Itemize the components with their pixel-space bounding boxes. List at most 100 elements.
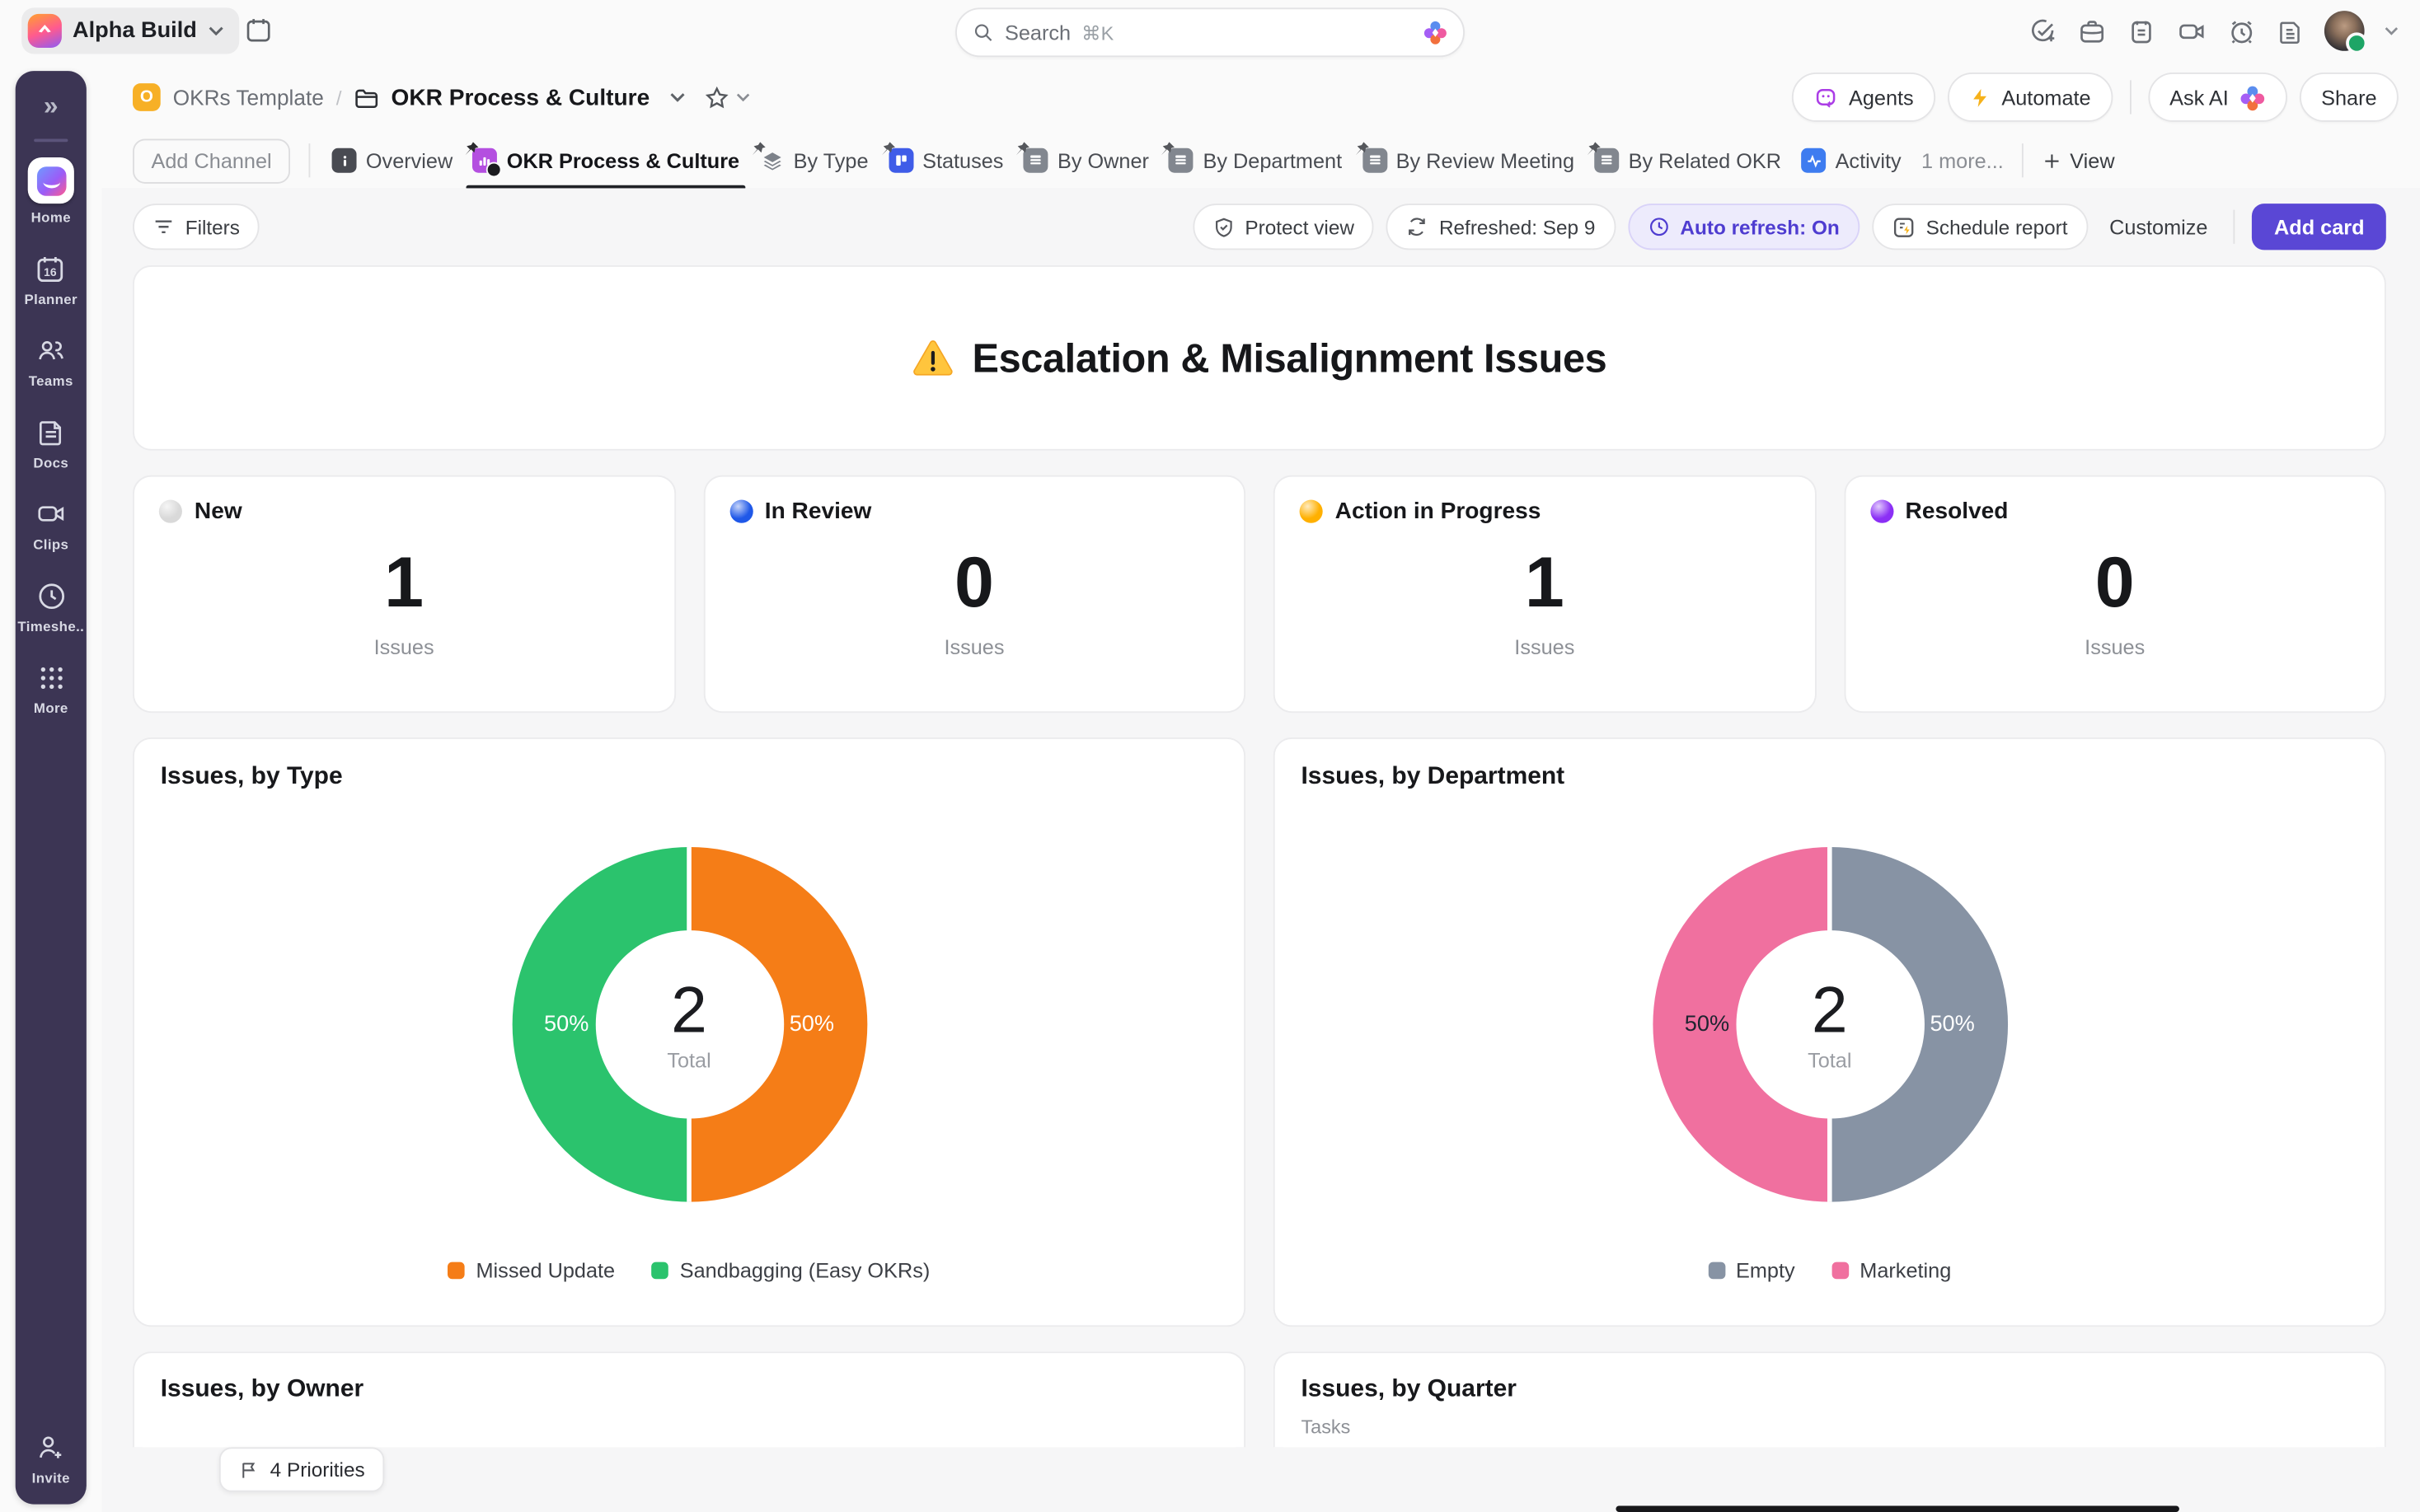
tab-by-type[interactable]: By Type [757,133,872,188]
card-issues-by-owner[interactable]: Issues, by Owner [133,1351,1245,1447]
legend-item[interactable]: Empty [1708,1259,1794,1282]
svg-text:16: 16 [45,264,58,278]
automate-button[interactable]: Automate [1948,73,2113,122]
actions-divider [2129,80,2131,114]
card-issues-by-quarter[interactable]: Issues, by Quarter Tasks [1273,1351,2386,1447]
sidebar-item-home[interactable]: Home [28,157,74,225]
tab-by-owner[interactable]: By Owner [1020,133,1152,188]
tab-statuses[interactable]: Statuses [885,133,1006,188]
priorities-badge[interactable]: 4 Priorities [219,1447,385,1491]
stat-card-new[interactable]: New 1Issues [133,475,675,713]
ai-flower-icon[interactable] [1423,20,1447,44]
page-chevron-icon[interactable] [670,92,686,101]
donut-chart-by-department[interactable]: 50% 50% 2 Total [1652,847,2007,1202]
sidebar-item-more[interactable]: More [34,660,68,715]
shield-check-icon [1212,215,1234,238]
breadcrumb-space[interactable]: OKRs Template [173,85,324,110]
refresh-icon [1407,216,1428,237]
top-bar: Alpha Build Search ⌘K [0,0,2420,62]
info-square-icon [332,148,357,173]
status-dot [159,500,182,523]
agents-button[interactable]: Agents [1792,73,1935,122]
main-content: O OKRs Template / OKR Process & Culture … [102,62,2420,1512]
legend-item[interactable]: Sandbagging (Easy OKRs) [652,1259,930,1282]
tab-by-related-okr[interactable]: By Related OKR [1592,133,1785,188]
topbar-actions [2028,0,2398,62]
bottom-cards-row: Issues, by Owner Issues, by Quarter Task… [133,1351,2386,1447]
notes-icon[interactable] [2277,16,2305,46]
add-channel-button[interactable]: Add Channel [133,138,290,183]
sidebar-item-planner[interactable]: 16 Planner [25,251,77,307]
stat-value: 0 [2095,546,2135,617]
sidebar-item-invite[interactable]: Invite [32,1430,70,1486]
auto-refresh-toggle[interactable]: Auto refresh: On [1628,204,1860,250]
card-title: Issues, by Quarter [1301,1376,2358,1404]
stat-card-resolved[interactable]: Resolved 0Issues [1844,475,2386,713]
space-avatar[interactable]: O [133,83,161,111]
video-icon[interactable] [2176,16,2207,46]
breadcrumb-page[interactable]: OKR Process & Culture [354,84,686,110]
expand-sidebar-icon[interactable]: » [44,92,59,119]
chart-card-issues-by-department[interactable]: Issues, by Department 50% 50% 2 Total Em… [1273,737,2386,1327]
calendar-icon[interactable] [244,16,274,45]
protect-view-button[interactable]: Protect view [1193,204,1375,250]
clipboard-icon[interactable] [2127,16,2156,46]
favorite-star[interactable] [704,84,750,110]
user-avatar[interactable] [2324,11,2365,51]
legend-item[interactable]: Missed Update [448,1259,615,1282]
sidebar-item-clips[interactable]: Clips [33,497,68,552]
pin-icon [463,140,481,157]
ask-ai-button[interactable]: Ask AI [2148,73,2287,122]
new-task-icon[interactable] [2028,16,2057,46]
donut-total-value: 2 [671,977,707,1042]
pin-icon [1353,140,1370,157]
filters-button[interactable]: Filters [133,204,260,250]
schedule-report-button[interactable]: Schedule report [1872,204,2088,250]
account-chevron-icon[interactable] [2385,26,2399,35]
donut-total-label: Total [1808,1048,1851,1071]
sidebar-item-timesheet[interactable]: Timeshe.. [17,578,84,634]
lightning-icon [1969,86,1991,109]
legend-swatch [448,1262,466,1280]
refreshed-button[interactable]: Refreshed: Sep 9 [1386,204,1615,250]
search-icon [973,21,994,43]
stat-card-action-in-progress[interactable]: Action in Progress 1Issues [1273,475,1816,713]
share-button[interactable]: Share [2300,73,2399,122]
search-shortcut: ⌘K [1081,21,1114,44]
briefcase-icon[interactable] [2077,16,2107,46]
slice-percent-label: 50% [1930,1012,1974,1037]
tab-by-review-meeting[interactable]: By Review Meeting [1359,133,1578,188]
header-actions: Agents Automate Ask AI Share [1792,73,2399,122]
tab-activity[interactable]: Activity [1799,133,1905,188]
ai-flower-icon [2239,84,2266,110]
tab-overview[interactable]: Overview [329,133,456,188]
home-icon [28,157,74,204]
legend-item[interactable]: Marketing [1832,1259,1952,1282]
sidebar-item-teams[interactable]: Teams [29,333,73,388]
alarm-icon[interactable] [2227,16,2257,46]
tab-by-department[interactable]: By Department [1166,133,1345,188]
invite-person-plus-icon [34,1430,68,1464]
stat-card-in-review[interactable]: In Review 0Issues [703,475,1245,713]
tab-okr-process-culture[interactable]: OKR Process & Culture [470,133,743,188]
more-tabs-button[interactable]: 1 more... [1921,149,2004,172]
filter-icon [152,218,174,236]
flag-icon [239,1458,259,1480]
add-card-button[interactable]: Add card [2253,204,2386,250]
chart-title: Issues, by Department [1301,764,1564,792]
dashboard: Filters Protect view Refreshed: Sep 9 Au… [102,188,2420,1512]
customize-button[interactable]: Customize [2100,215,2217,238]
chart-card-issues-by-type[interactable]: Issues, by Type 50% 50% 2 Total Missed U… [133,737,1245,1327]
table-square-icon [1594,148,1619,173]
bar-chart-square-icon [473,148,498,173]
search-input[interactable]: Search ⌘K [955,7,1465,57]
breadcrumb-row: O OKRs Template / OKR Process & Culture … [102,62,2420,133]
teams-people-icon [34,333,68,367]
sidebar-item-docs[interactable]: Docs [33,415,68,470]
sidebar: » Home 16 Planner Teams Docs Clips Times… [16,71,87,1505]
dock-hint-bar [1616,1506,2178,1512]
search-label: Search [1005,21,1071,44]
add-view-button[interactable]: View [2042,149,2115,172]
donut-chart-by-type[interactable]: 50% 50% 2 Total [512,847,867,1202]
workspace-switcher[interactable]: Alpha Build [21,7,238,54]
